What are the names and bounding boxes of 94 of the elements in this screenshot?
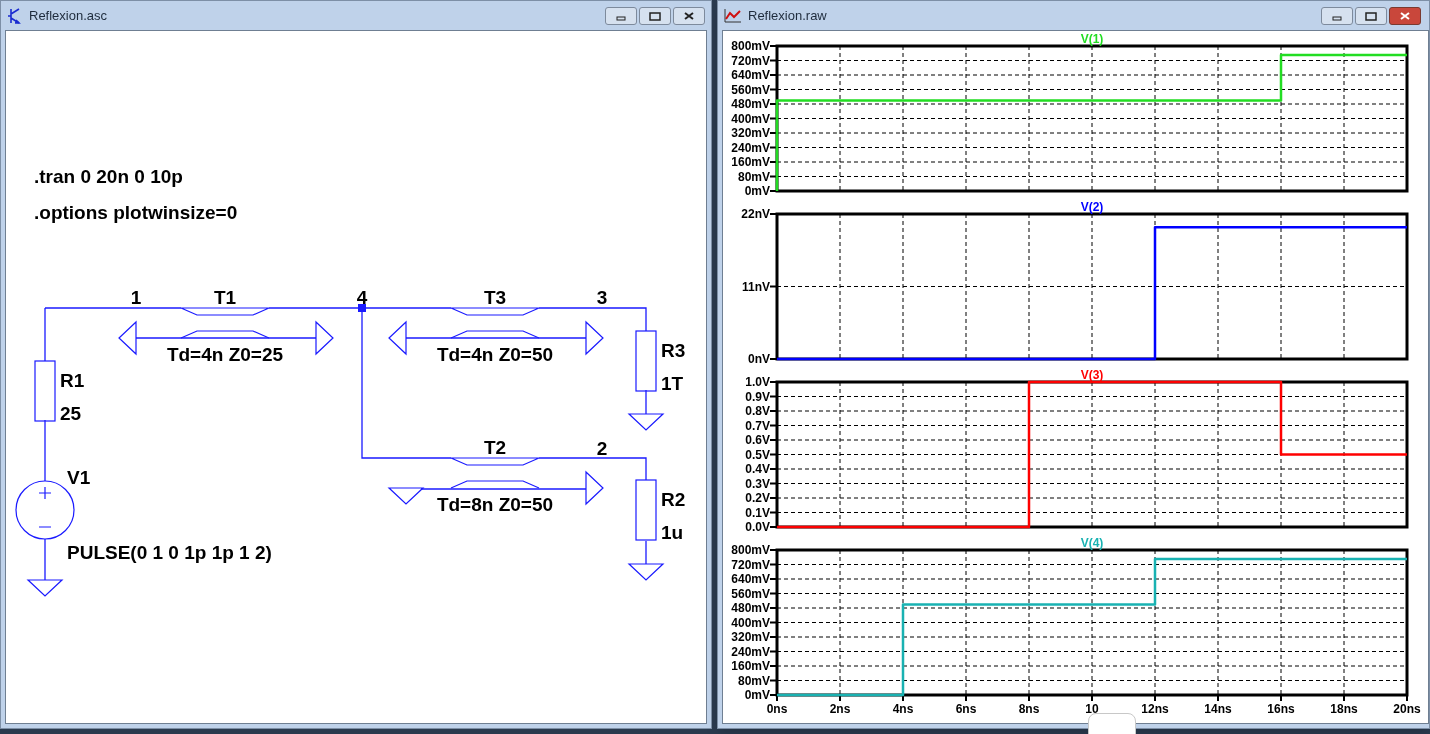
axis-tick-label: 800mV [731,543,770,557]
axis-tick-label: 80mV [737,169,770,184]
minimize-button[interactable] [1321,6,1353,25]
axis-tick-label: 2ns [829,702,851,716]
axis-tick-label: 640mV [731,68,770,82]
trace-label[interactable]: V(3) [1080,368,1104,382]
maximize-icon [1364,10,1378,21]
close-button[interactable] [1389,6,1421,25]
ground-symbol [627,413,665,431]
axis-tick-label: 12ns [1141,702,1169,716]
component-name: T3 [483,287,507,308]
axis-tick-label: 0.2V [745,491,770,505]
resistor-symbol [635,479,657,541]
ground-symbol [627,563,665,581]
axis-tick-label: 0.0V [745,520,770,534]
component-name: V1 [67,467,91,488]
window-title: Reflexion.asc [29,6,108,25]
net-label: 3 [596,287,608,308]
resistor-symbol [635,330,657,392]
axis-tick-label: 14ns [1204,702,1232,716]
axis-tick-label: 0nV [748,352,770,366]
axis-tick-label: 0.3V [745,476,770,491]
component-value: Td=8n Z0=50 [436,494,554,515]
net-label: 1 [130,287,142,308]
ground-symbol [26,579,64,597]
component-value: 1u [661,522,684,543]
maximize-button[interactable] [1355,6,1387,25]
window-title: Reflexion.raw [748,6,827,25]
axis-tick-label: 480mV [731,601,770,615]
waveform-icon [724,7,742,24]
wire [44,538,46,581]
component-name: R1 [60,370,85,391]
axis-tick-label: 10 [1085,702,1099,716]
axis-tick-label: 8ns [1018,702,1040,716]
axis-tick-label: 20ns [1393,702,1421,716]
axis-tick-label: 0mV [744,688,770,702]
component-name: T2 [483,437,507,458]
axis-tick-label: 11nV [741,279,770,294]
axis-tick-label: 1.0V [745,375,770,389]
axis-tick-label: 400mV [731,615,770,630]
axis-tick-label: 640mV [731,572,770,586]
spice-directive: .options plotwinsize=0 [34,202,238,223]
axis-tick-label: 16ns [1267,702,1295,716]
axis-tick-label: 240mV [731,644,770,659]
resistor-symbol [34,360,56,422]
axis-tick-label: 160mV [731,659,770,673]
close-button[interactable] [673,6,705,25]
axis-tick-label: 160mV [731,155,770,169]
axis-tick-label: 320mV [731,630,770,644]
axis-tick-label: 720mV [731,557,770,572]
component-name: R3 [661,340,686,361]
trace-label[interactable]: V(2) [1080,200,1104,214]
axis-tick-label: 320mV [731,126,770,140]
spice-directive: .tran 0 20n 0 10p [34,166,183,187]
axis-tick-label: 240mV [731,140,770,155]
transistor-icon [7,6,23,25]
maximize-icon [648,10,662,21]
axis-tick-label: 400mV [731,111,770,126]
component-value: 25 [60,403,82,424]
axis-tick-label: 4ns [892,702,914,716]
close-icon [1398,10,1412,21]
axis-tick-label: 0.7V [745,418,770,433]
net-label: 2 [596,438,608,459]
wire [645,389,647,415]
wire [645,540,647,565]
component-value: Td=4n Z0=25 [166,344,284,365]
axis-tick-label: 22nV [741,207,770,221]
axis-tick-label: 0.4V [745,462,770,476]
axis-tick-label: 560mV [731,82,770,97]
axis-tick-label: 80mV [737,673,770,688]
net-label: 4 [356,287,368,308]
axis-tick-label: 560mV [731,586,770,601]
component-value: 1T [661,373,684,394]
axis-tick-label: 0.5V [745,447,770,462]
axis-tick-label: 18ns [1330,702,1358,716]
wire [44,419,46,482]
maximize-button[interactable] [639,6,671,25]
trace-label[interactable]: V(4) [1080,536,1104,550]
component-value: Td=4n Z0=50 [436,344,554,365]
axis-tick-label: 0mV [744,184,770,198]
axis-tick-label: 0.6V [745,433,770,447]
axis-tick-label: 0.8V [745,404,770,418]
axis-tick-label: 0.1V [745,505,770,520]
axis-tick-label: 480mV [731,97,770,111]
component-name: T1 [213,287,237,308]
close-icon [682,10,696,21]
axis-tick-label: 800mV [731,39,770,53]
component-value: PULSE(0 1 0 1p 1p 1 2) [67,542,272,563]
axis-tick-label: 720mV [731,53,770,68]
axis-tick-label: 6ns [955,702,977,716]
axis-tick-label: 0ns [766,702,788,716]
component-name: R2 [661,489,686,510]
axis-tick-label: 0.9V [745,389,770,404]
minimize-button[interactable] [605,6,637,25]
